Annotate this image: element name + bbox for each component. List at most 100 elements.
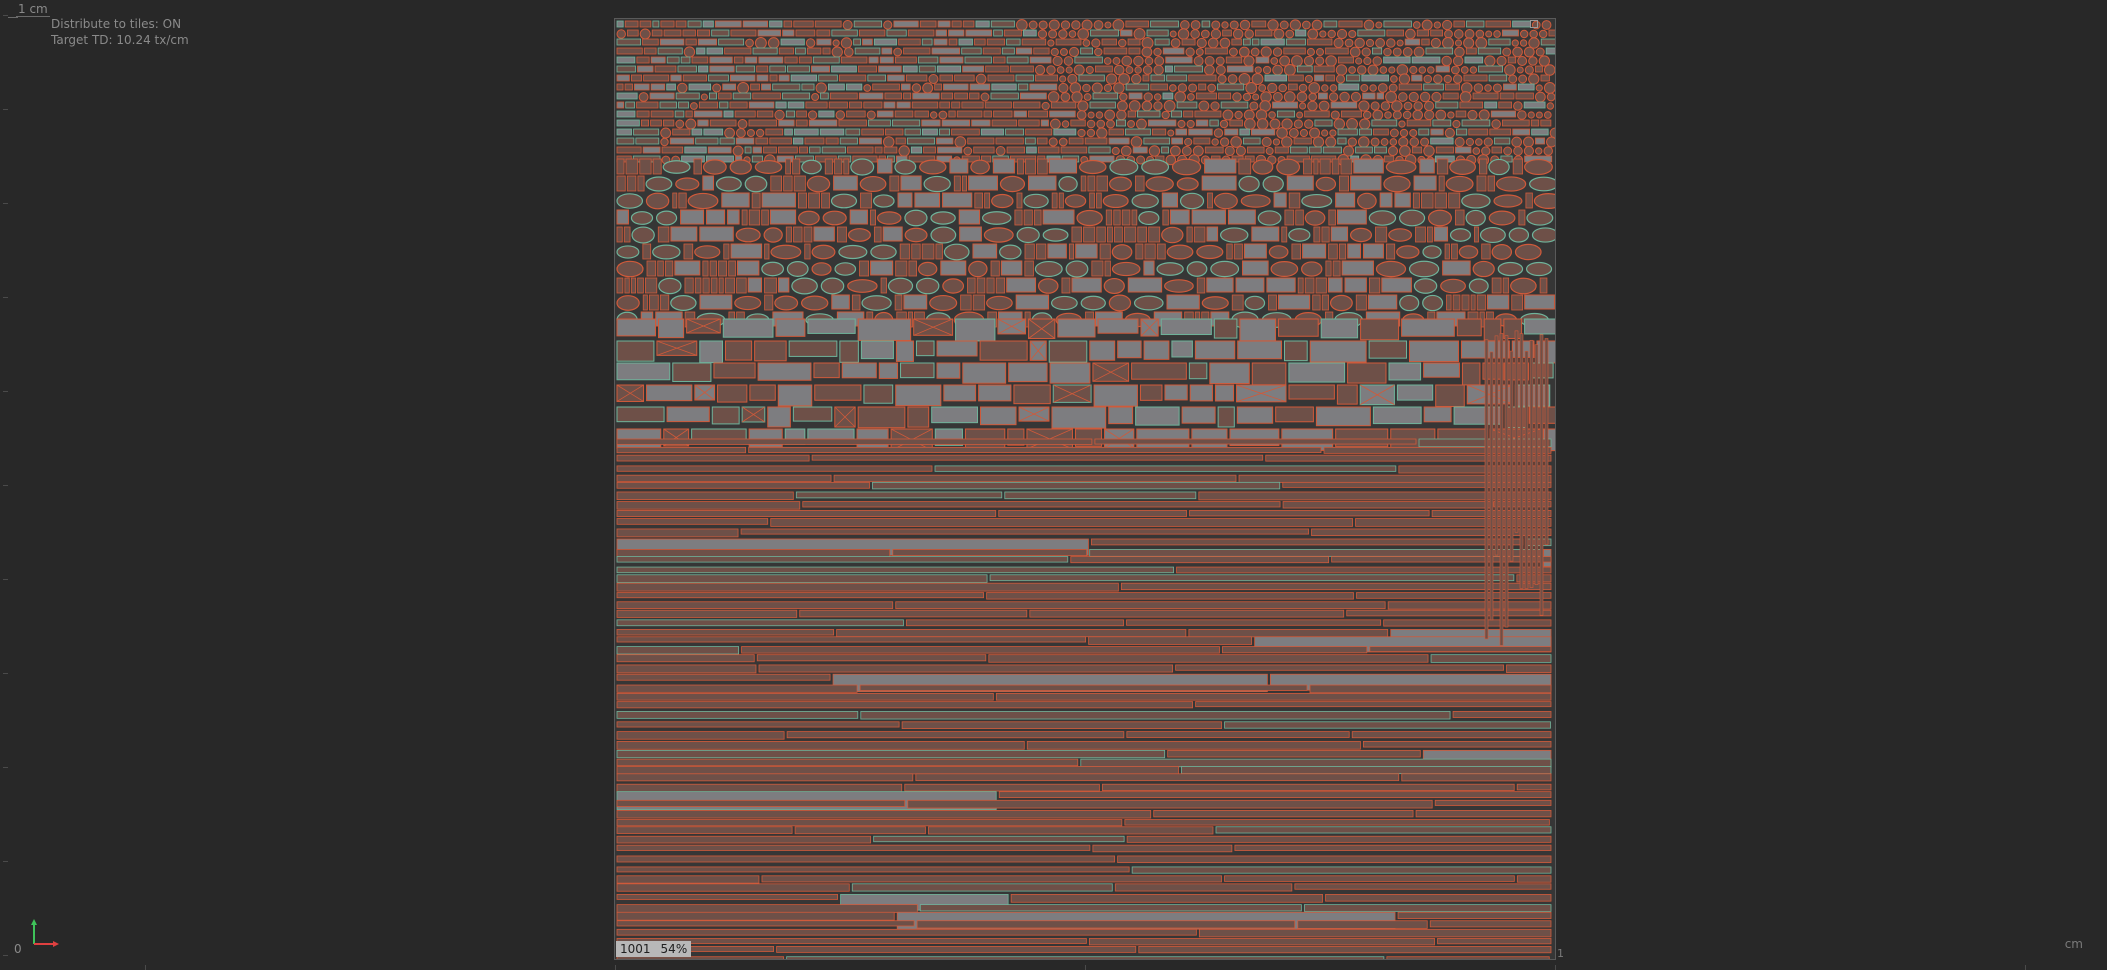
uv-island-ring: [938, 110, 948, 120]
uv-island: [1436, 158, 1449, 175]
uv-island: [899, 243, 911, 260]
uv-island-ring: [1111, 146, 1120, 156]
uv-island: [1128, 92, 1143, 100]
uv-island-ring: [1041, 101, 1050, 111]
uv-island: [1545, 47, 1555, 55]
uv-island: [724, 47, 752, 55]
uv-island-ring: [1239, 19, 1251, 31]
uv-island: [985, 65, 1009, 73]
uv-island: [1303, 158, 1313, 175]
uv-island-strip: [1282, 501, 1492, 509]
uv-island: [1319, 158, 1331, 175]
uv-island-ring: [1392, 47, 1402, 57]
uv-island-strip: [1401, 773, 1552, 782]
uv-island: [642, 294, 648, 311]
uv-island: [687, 20, 702, 28]
uv-island: [912, 92, 940, 100]
uv-island: [717, 384, 748, 403]
uv-islands[interactable]: [615, 19, 1555, 959]
uv-island-ring: [807, 110, 818, 120]
uv-island-ring: [1472, 147, 1481, 155]
uv-island-ring: [1260, 46, 1272, 58]
uv-island: [910, 146, 922, 154]
uv-island-ring: [1413, 278, 1438, 294]
uv-island: [1235, 277, 1265, 293]
uv-island-ring: [980, 92, 990, 102]
uv-island: [904, 128, 921, 136]
ruler-tick: [3, 955, 8, 956]
uv-island: [1503, 83, 1517, 91]
uv-island: [1525, 192, 1533, 209]
uv-island: [1181, 38, 1196, 46]
uv-island: [672, 128, 691, 136]
uv-island-ring: [1524, 65, 1534, 75]
uv-island: [1286, 175, 1314, 191]
uv-island: [657, 226, 670, 243]
uv-island: [1278, 318, 1319, 337]
uv-island: [959, 226, 982, 242]
uv-island: [778, 47, 794, 55]
uv-island: [1491, 146, 1503, 154]
uv-island-ring: [1242, 92, 1252, 102]
uv-island: [1442, 92, 1459, 100]
uv-island: [637, 175, 645, 192]
uv-island-strip: [1195, 701, 1552, 708]
uv-island-strip: [1489, 351, 1494, 621]
uv-island: [1411, 74, 1423, 82]
uv-island: [1186, 226, 1193, 243]
uv-island: [728, 260, 736, 277]
uv-island: [1146, 29, 1169, 37]
uv-island: [783, 175, 793, 192]
uv-island: [870, 260, 894, 276]
uv-island: [796, 110, 807, 118]
uv-island: [1131, 362, 1187, 380]
uv-island: [1330, 101, 1358, 109]
uv-island: [1288, 74, 1304, 82]
uv-island: [1433, 226, 1449, 242]
uv-island: [1548, 29, 1555, 37]
uv-island-ring: [734, 295, 762, 311]
ruler-tick: [3, 767, 8, 768]
uv-island-ring: [1442, 37, 1454, 49]
uv-viewport[interactable]: 1 cm Distribute to tiles: ON Target TD: …: [0, 0, 2107, 970]
uv-island: [1344, 277, 1367, 293]
uv-island: [1327, 277, 1343, 293]
uv-island: [849, 209, 868, 225]
uv-island-strip: [919, 904, 1302, 912]
uv-island: [751, 155, 763, 163]
uv-island: [1188, 74, 1217, 82]
uv-island: [889, 175, 900, 192]
uv-island-ring: [1059, 75, 1067, 83]
uv-island: [1456, 318, 1482, 337]
uv-island-ring: [1419, 91, 1431, 103]
uv-island-ring: [767, 37, 780, 49]
uv-island-ring: [1141, 159, 1170, 175]
uv-island-strip: [802, 501, 1281, 508]
uv-island-ring: [1270, 261, 1299, 277]
uv-island-ring: [1541, 20, 1552, 30]
uv-island-ring: [1184, 137, 1193, 147]
uv-island-ring: [842, 19, 853, 31]
uv-tile[interactable]: [614, 18, 1556, 960]
uv-island: [831, 65, 857, 73]
uv-island: [1375, 226, 1388, 243]
uv-island: [824, 158, 833, 175]
scale-bar: [8, 17, 18, 18]
uv-island: [775, 101, 787, 109]
uv-island-ring: [1443, 74, 1452, 84]
uv-island-ring: [1440, 278, 1466, 294]
uv-island-ring: [1262, 65, 1272, 75]
uv-island-ring: [1493, 194, 1523, 208]
uv-island: [976, 277, 986, 294]
uv-island-ring: [1211, 138, 1219, 146]
uv-island: [1307, 38, 1333, 46]
uv-island-ring: [658, 277, 682, 295]
uv-island: [818, 74, 838, 82]
uv-island-ring: [1048, 19, 1060, 31]
uv-island-strip: [786, 956, 1385, 959]
ruler-tick: [3, 109, 8, 110]
uv-island-ring: [1049, 118, 1061, 130]
uv-island: [1455, 110, 1467, 118]
uv-island-ring: [1454, 46, 1465, 58]
uv-island-ring: [1485, 30, 1493, 38]
